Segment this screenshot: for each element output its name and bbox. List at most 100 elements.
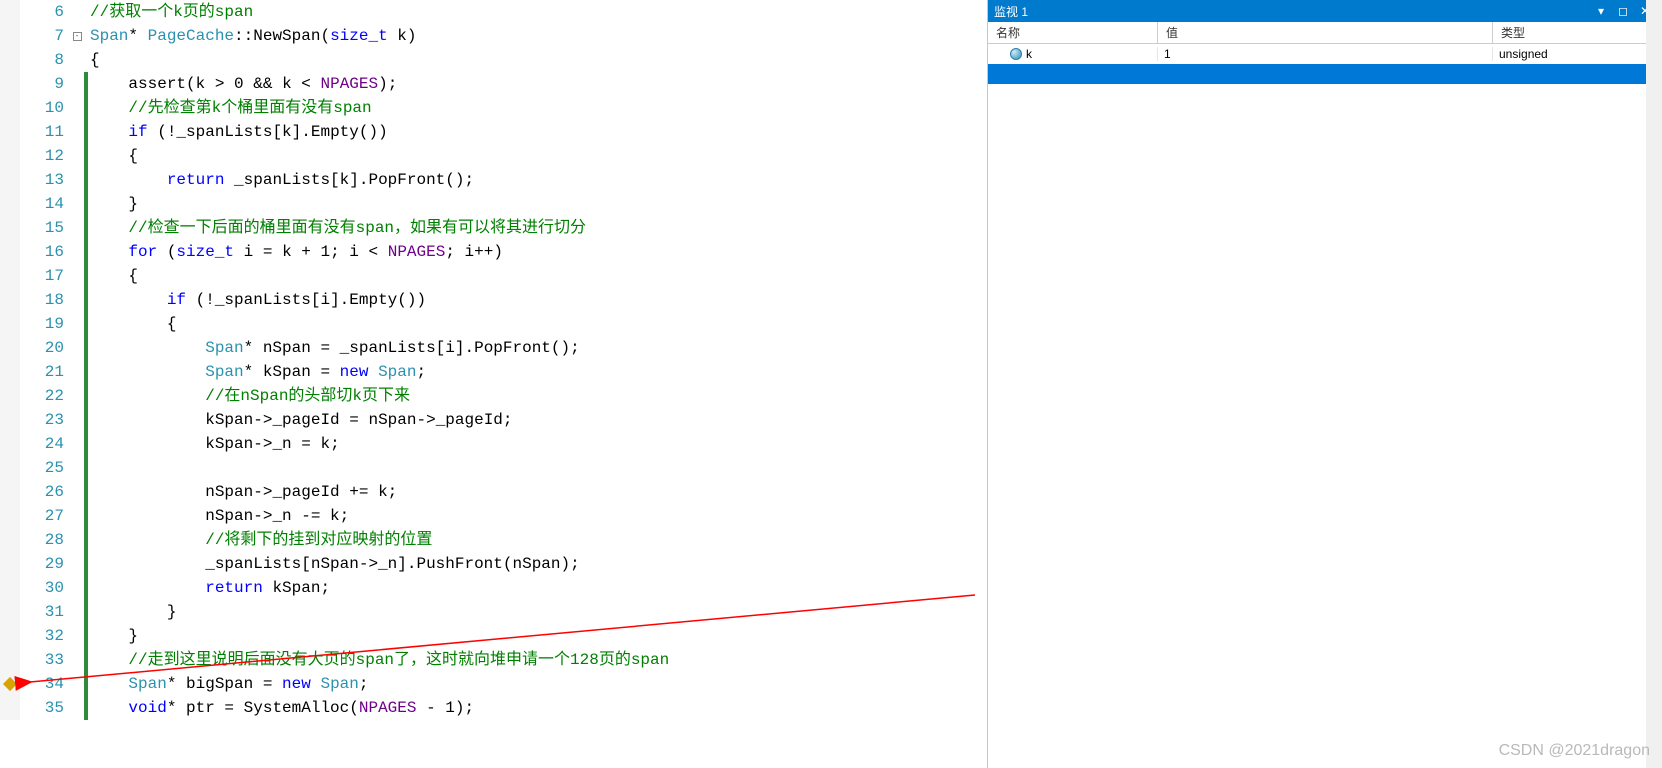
- watch-header-value[interactable]: 值: [1158, 22, 1493, 43]
- fold-slot[interactable]: [70, 576, 84, 600]
- code-line[interactable]: return kSpan;: [90, 576, 987, 600]
- breakpoint-slot[interactable]: [0, 432, 20, 456]
- breakpoint-slot[interactable]: [0, 408, 20, 432]
- breakpoint-slot[interactable]: [0, 216, 20, 240]
- code-line[interactable]: //走到这里说明后面没有大页的span了，这时就向堆申请一个128页的span: [90, 648, 987, 672]
- breakpoint-slot[interactable]: [0, 528, 20, 552]
- code-line[interactable]: //将剩下的挂到对应映射的位置: [90, 528, 987, 552]
- fold-slot[interactable]: [70, 672, 84, 696]
- watch-var-value[interactable]: 1: [1158, 47, 1493, 61]
- breakpoint-slot[interactable]: [0, 480, 20, 504]
- fold-slot[interactable]: [70, 384, 84, 408]
- code-line[interactable]: kSpan->_n = k;: [90, 432, 987, 456]
- panel-dock-icon[interactable]: ◻: [1612, 4, 1634, 18]
- fold-slot[interactable]: [70, 504, 84, 528]
- breakpoint-slot[interactable]: [0, 456, 20, 480]
- watch-titlebar[interactable]: 监视 1 ▾ ◻ ✕: [988, 0, 1662, 22]
- breakpoint-slot[interactable]: [0, 288, 20, 312]
- breakpoint-slot[interactable]: [0, 192, 20, 216]
- code-editor[interactable]: 6789101112131415161718192021222324252627…: [0, 0, 987, 768]
- fold-gutter[interactable]: -: [70, 0, 84, 720]
- watch-header-name[interactable]: 名称: [988, 22, 1158, 43]
- breakpoint-slot[interactable]: [0, 240, 20, 264]
- code-line[interactable]: nSpan->_pageId += k;: [90, 480, 987, 504]
- fold-toggle-icon[interactable]: -: [73, 32, 82, 41]
- code-line[interactable]: if (!_spanLists[i].Empty()): [90, 288, 987, 312]
- fold-slot[interactable]: [70, 0, 84, 24]
- fold-slot[interactable]: [70, 360, 84, 384]
- breakpoint-slot[interactable]: [0, 96, 20, 120]
- code-line[interactable]: [90, 456, 987, 480]
- breakpoint-slot[interactable]: [0, 120, 20, 144]
- fold-slot[interactable]: [70, 528, 84, 552]
- breakpoint-gutter[interactable]: [0, 0, 20, 720]
- fold-slot[interactable]: [70, 432, 84, 456]
- breakpoint-slot[interactable]: [0, 264, 20, 288]
- breakpoint-slot[interactable]: [0, 696, 20, 720]
- code-line[interactable]: Span* kSpan = new Span;: [90, 360, 987, 384]
- breakpoint-slot[interactable]: [0, 168, 20, 192]
- code-line[interactable]: }: [90, 192, 987, 216]
- code-line[interactable]: if (!_spanLists[k].Empty()): [90, 120, 987, 144]
- code-line[interactable]: {: [90, 264, 987, 288]
- breakpoint-slot[interactable]: [0, 504, 20, 528]
- code-line[interactable]: Span* PageCache::NewSpan(size_t k): [90, 24, 987, 48]
- breakpoint-slot[interactable]: [0, 72, 20, 96]
- fold-slot[interactable]: [70, 240, 84, 264]
- code-line[interactable]: {: [90, 144, 987, 168]
- code-line[interactable]: {: [90, 48, 987, 72]
- fold-slot[interactable]: [70, 648, 84, 672]
- breakpoint-slot[interactable]: [0, 144, 20, 168]
- breakpoint-slot[interactable]: [0, 624, 20, 648]
- code-line[interactable]: }: [90, 624, 987, 648]
- code-line[interactable]: }: [90, 600, 987, 624]
- fold-slot[interactable]: [70, 552, 84, 576]
- fold-slot[interactable]: [70, 96, 84, 120]
- breakpoint-slot[interactable]: [0, 0, 20, 24]
- fold-slot[interactable]: [70, 168, 84, 192]
- fold-slot[interactable]: [70, 216, 84, 240]
- fold-slot[interactable]: [70, 192, 84, 216]
- scrollbar[interactable]: [1646, 0, 1662, 768]
- breakpoint-slot[interactable]: [0, 48, 20, 72]
- watch-row-new[interactable]: [988, 64, 1662, 84]
- code-line[interactable]: {: [90, 312, 987, 336]
- watch-row[interactable]: k1unsigned: [988, 44, 1662, 64]
- fold-slot[interactable]: [70, 120, 84, 144]
- code-line[interactable]: for (size_t i = k + 1; i < NPAGES; i++): [90, 240, 987, 264]
- code-line[interactable]: //获取一个k页的span: [90, 0, 987, 24]
- code-line[interactable]: //在nSpan的头部切k页下来: [90, 384, 987, 408]
- code-line[interactable]: return _spanLists[k].PopFront();: [90, 168, 987, 192]
- breakpoint-slot[interactable]: [0, 384, 20, 408]
- watch-var-name[interactable]: k: [988, 47, 1158, 61]
- breakpoint-slot[interactable]: [0, 24, 20, 48]
- fold-slot[interactable]: [70, 336, 84, 360]
- code-line[interactable]: assert(k > 0 && k < NPAGES);: [90, 72, 987, 96]
- code-line[interactable]: void* ptr = SystemAlloc(NPAGES - 1);: [90, 696, 987, 720]
- fold-slot[interactable]: [70, 312, 84, 336]
- breakpoint-slot[interactable]: [0, 600, 20, 624]
- breakpoint-slot[interactable]: [0, 312, 20, 336]
- breakpoint-slot[interactable]: [0, 648, 20, 672]
- fold-slot[interactable]: [70, 624, 84, 648]
- breakpoint-slot[interactable]: [0, 672, 20, 696]
- watch-header-type[interactable]: 类型: [1493, 22, 1662, 43]
- watch-body[interactable]: k1unsigned: [988, 44, 1662, 768]
- fold-slot[interactable]: [70, 144, 84, 168]
- code-line[interactable]: nSpan->_n -= k;: [90, 504, 987, 528]
- fold-slot[interactable]: [70, 408, 84, 432]
- fold-slot[interactable]: [70, 48, 84, 72]
- fold-slot[interactable]: [70, 456, 84, 480]
- fold-slot[interactable]: [70, 264, 84, 288]
- breakpoint-slot[interactable]: [0, 576, 20, 600]
- fold-slot[interactable]: [70, 72, 84, 96]
- fold-slot[interactable]: [70, 480, 84, 504]
- fold-slot[interactable]: [70, 288, 84, 312]
- panel-menu-icon[interactable]: ▾: [1590, 4, 1612, 18]
- code-line[interactable]: //先检查第k个桶里面有没有span: [90, 96, 987, 120]
- fold-slot[interactable]: -: [70, 24, 84, 48]
- code-line[interactable]: Span* nSpan = _spanLists[i].PopFront();: [90, 336, 987, 360]
- code-content[interactable]: //获取一个k页的spanSpan* PageCache::NewSpan(si…: [88, 0, 987, 720]
- breakpoint-slot[interactable]: [0, 336, 20, 360]
- breakpoint-slot[interactable]: [0, 552, 20, 576]
